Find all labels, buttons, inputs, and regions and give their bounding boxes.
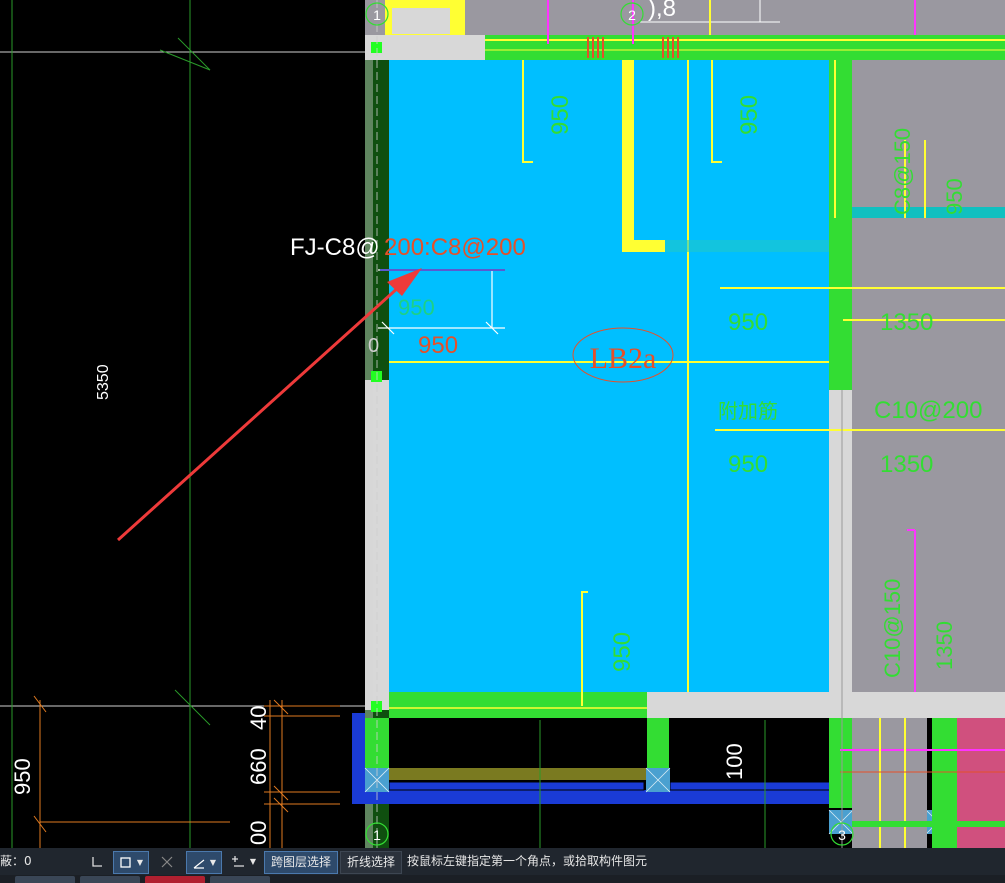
ortho-toggle-icon[interactable] — [86, 848, 108, 875]
spec-c8-150: C8@150 — [890, 128, 915, 215]
dim-1350-2: 1350 — [880, 451, 933, 478]
extra-bar-label: 附加筋 — [718, 399, 778, 423]
layer-readout: 蔽：0 — [0, 854, 32, 868]
polyline-select-button[interactable]: 折线选择 — [340, 851, 402, 874]
cross-layer-select-button[interactable]: 跨图层选择 — [264, 851, 338, 874]
dim-1350-3: 1350 — [932, 621, 957, 670]
dim-950-left-bottom: 950 — [10, 758, 35, 795]
axis-label: 1 — [373, 827, 381, 843]
spec-c10-150: C10@150 — [880, 579, 905, 678]
dim-950-bottom: 950 — [609, 632, 636, 672]
beam-grey-right[interactable] — [829, 390, 852, 720]
rebar-label-white[interactable]: FJ-C8@ — [290, 234, 380, 261]
right-slab-3[interactable] — [852, 292, 1005, 692]
dim-5350: 5350 — [95, 364, 112, 400]
angle-icon — [193, 859, 205, 869]
slab-lb2a[interactable] — [389, 60, 829, 692]
zero-label: 0 — [368, 335, 379, 357]
beam-green-right[interactable] — [829, 60, 852, 390]
beam-grey-bottom[interactable] — [647, 692, 1005, 718]
pink-region[interactable] — [957, 718, 1005, 848]
right-slab-1[interactable] — [852, 60, 1005, 210]
dim-950-right-2: 950 — [728, 451, 768, 478]
dim-950-top-mid: 950 — [736, 95, 763, 135]
top-beam-grey[interactable] — [365, 35, 485, 60]
offset-button[interactable]: ▼ — [226, 848, 260, 875]
chevron-down-icon: ▼ — [209, 858, 216, 867]
foundation-blue[interactable] — [352, 790, 832, 804]
cad-drawing-canvas[interactable]: 1 2 ),8 1 3 FJ-C8@ 200:C8@200 950 950 0 … — [0, 0, 1005, 848]
chevron-down-icon: ▼ — [249, 857, 256, 866]
right-slab-2[interactable] — [852, 218, 1005, 292]
dimension-950-red: 950 — [418, 332, 458, 359]
offset-icon — [232, 855, 244, 867]
angle-snap-button[interactable]: ▼ — [186, 851, 222, 874]
status-bar: 蔽：0 ▼ ▼ ▼ 跨图层选择 折线选择 按鼠标左键指定第一个角点，或拾取构件图… — [0, 848, 1005, 875]
dim-950-right-1: 950 — [728, 309, 768, 336]
dimension-950-faded: 950 — [398, 295, 435, 320]
axis-partial-label: ),8 — [648, 0, 676, 22]
snap-mode-button[interactable]: ▼ — [113, 851, 149, 874]
taskbar-item[interactable] — [210, 876, 270, 883]
axis-label: 2 — [628, 7, 636, 23]
beam-green-bottom[interactable] — [389, 692, 647, 718]
dim-1350-1: 1350 — [880, 309, 933, 336]
dim-00: 00 — [246, 821, 271, 845]
dim-100: 100 — [722, 743, 747, 780]
command-prompt: 按鼠标左键指定第一个角点，或拾取构件图元 — [407, 854, 648, 868]
top-beam-green[interactable] — [485, 35, 1005, 60]
dim-950-top-left: 950 — [547, 95, 574, 135]
dim-950-vert: 950 — [942, 178, 967, 215]
cross-snap-icon[interactable] — [155, 848, 179, 875]
taskbar-item[interactable] — [15, 876, 75, 883]
slab-tag[interactable]: LB2a — [590, 342, 657, 375]
chevron-down-icon: ▼ — [136, 858, 143, 867]
snap-box-icon — [120, 856, 131, 868]
taskbar-item[interactable] — [80, 876, 140, 883]
taskbar — [0, 875, 1005, 883]
dim-40: 40 — [246, 706, 271, 730]
axis-label: 3 — [838, 827, 846, 843]
spec-c10-200: C10@200 — [874, 397, 982, 424]
taskbar-item[interactable] — [145, 876, 205, 883]
rebar-label-red[interactable]: 200:C8@200 — [384, 234, 526, 261]
axis-label: 1 — [373, 7, 381, 23]
dim-660: 660 — [246, 748, 271, 785]
